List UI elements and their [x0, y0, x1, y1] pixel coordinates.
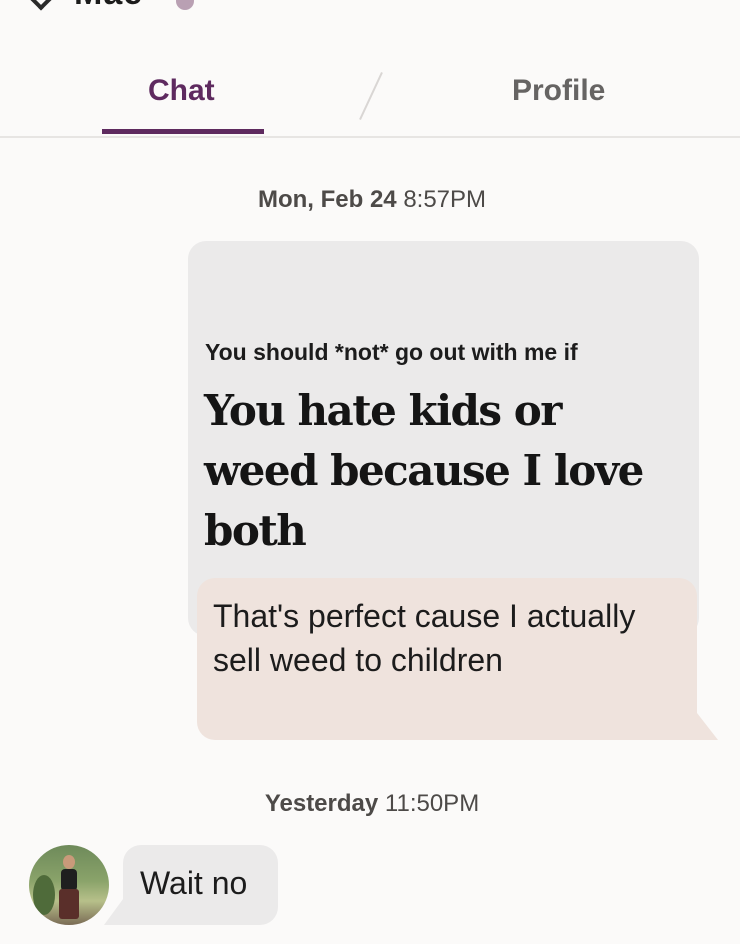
sent-bubble-tail — [690, 704, 718, 740]
contact-name[interactable]: Mae — [74, 0, 143, 13]
message-timestamp: Mon, Feb 24 8:57PM — [2, 186, 740, 214]
profile-prompt-card[interactable]: You should *not* go out with me if You h… — [188, 241, 699, 636]
prompt-question: You should *not* go out with me if — [205, 339, 578, 365]
avatar[interactable] — [29, 845, 109, 925]
sent-message-text: That's perfect cause I actually sell wee… — [213, 598, 636, 678]
timestamp-day: Mon, Feb 24 — [257, 186, 397, 213]
verified-badge-icon — [176, 0, 194, 10]
tab-profile[interactable]: Profile — [512, 74, 605, 108]
tab-bar: Chat Profile — [0, 52, 740, 138]
active-tab-indicator — [102, 129, 264, 134]
message-timestamp: Yesterday 11:50PM — [2, 790, 740, 818]
avatar-figure-legs — [59, 889, 79, 919]
chevron-left-icon[interactable] — [25, 0, 57, 11]
received-message-text: Wait no — [140, 865, 248, 901]
timestamp-time: 11:50PM — [384, 790, 480, 817]
timestamp-time: 8:57PM — [403, 186, 487, 213]
received-message-bubble[interactable]: Wait no — [123, 845, 278, 925]
avatar-figure-head — [63, 855, 75, 869]
sent-message-bubble[interactable]: That's perfect cause I actually sell wee… — [197, 578, 697, 740]
prompt-answer: You hate kids or weed because I love bot… — [204, 386, 644, 555]
chat-header: Mae — [0, 0, 740, 14]
timestamp-day: Yesterday — [264, 790, 379, 817]
tab-chat[interactable]: Chat — [148, 74, 215, 108]
avatar-figure-body — [61, 869, 77, 891]
avatar-tree — [33, 875, 55, 915]
tab-divider — [359, 72, 383, 120]
